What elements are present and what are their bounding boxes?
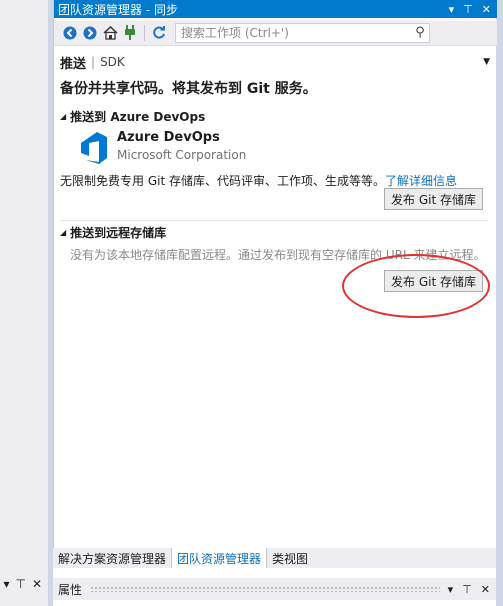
- back-arrow-icon: [63, 26, 77, 39]
- properties-close-icon[interactable]: ✕: [481, 583, 490, 596]
- search-work-items-input[interactable]: 搜索工作项 (Ctrl+') ⚲: [175, 22, 430, 43]
- title-divider: |: [91, 55, 96, 69]
- back-button[interactable]: [60, 23, 80, 43]
- page-subtitle: 备份并共享代码。将其发布到 Git 服务。: [60, 81, 317, 97]
- forward-button[interactable]: [80, 23, 100, 43]
- refresh-button[interactable]: [149, 23, 169, 43]
- azure-devops-logo-icon: [81, 132, 107, 164]
- properties-pin-icon[interactable]: ⊤: [462, 583, 472, 596]
- dropdown-icon[interactable]: ▾: [3, 577, 9, 591]
- left-panel-controls: ▾ ⊤ ✕: [0, 572, 48, 596]
- azure-devops-product-name: Azure DevOps: [117, 130, 220, 145]
- azure-devops-section-header[interactable]: ◢ 推送到 Azure DevOps: [60, 108, 205, 125]
- forward-arrow-icon: [83, 26, 97, 39]
- tab-class-view[interactable]: 类视图: [267, 548, 313, 568]
- panel-close-icon[interactable]: ✕: [482, 3, 491, 16]
- dock-splitter-right[interactable]: [496, 0, 503, 606]
- search-icon[interactable]: ⚲: [411, 25, 429, 40]
- close-icon[interactable]: ✕: [32, 577, 42, 591]
- plug-icon: [125, 25, 135, 40]
- left-dock-area: [0, 0, 48, 606]
- azure-devops-publisher: Microsoft Corporation: [117, 148, 247, 162]
- panel-pin-icon[interactable]: ⊤: [463, 3, 473, 16]
- drag-grip[interactable]: [90, 586, 440, 592]
- azure-description-text: 无限制免费专用 Git 存储库、代码评审、工作项、生成等等。: [60, 174, 385, 188]
- properties-title: 属性: [58, 582, 83, 597]
- learn-more-link[interactable]: 了解详细信息: [385, 174, 457, 188]
- pin-icon[interactable]: ⊤: [15, 577, 25, 591]
- collapse-triangle-icon[interactable]: ◢: [60, 228, 66, 237]
- home-icon: [102, 25, 118, 40]
- panel-titlebar[interactable]: 团队资源管理器 - 同步 ▾ ⊤ ✕: [54, 0, 497, 18]
- section-divider: [60, 220, 488, 221]
- tab-solution-explorer[interactable]: 解决方案资源管理器: [53, 548, 171, 568]
- connect-button[interactable]: [120, 23, 140, 43]
- remote-section-title: 推送到远程存储库: [70, 226, 167, 240]
- team-explorer-toolbar: 搜索工作项 (Ctrl+') ⚲: [54, 20, 497, 46]
- tab-team-explorer[interactable]: 团队资源管理器: [171, 548, 268, 568]
- properties-panel-titlebar[interactable]: 属性 ▾ ⊤ ✕: [53, 578, 496, 600]
- remote-repo-section-header[interactable]: ◢ 推送到远程存储库: [60, 224, 166, 241]
- properties-dropdown-icon[interactable]: ▾: [448, 583, 454, 596]
- publish-to-azure-devops-button[interactable]: 发布 Git 存储库: [384, 188, 483, 210]
- home-button[interactable]: [100, 23, 120, 43]
- panel-title: 团队资源管理器 - 同步: [58, 2, 178, 17]
- repository-context: SDK: [100, 55, 125, 69]
- panel-dropdown-icon[interactable]: ▾: [449, 3, 455, 16]
- refresh-icon: [153, 25, 165, 38]
- search-placeholder: 搜索工作项 (Ctrl+'): [181, 26, 289, 40]
- annotation-highlight-circle: [342, 254, 490, 318]
- bottom-tab-strip: 解决方案资源管理器 团队资源管理器 类视图: [53, 548, 496, 568]
- page-header: 推送 | SDK ▼: [60, 52, 490, 72]
- page-menu-dropdown-icon[interactable]: ▼: [483, 57, 490, 67]
- page-title: 推送: [60, 56, 87, 72]
- team-explorer-panel: 团队资源管理器 - 同步 ▾ ⊤ ✕ 搜索工作项 (Ctrl+') ⚲ 推送 |…: [53, 0, 497, 548]
- azure-section-title: 推送到 Azure DevOps: [70, 110, 206, 124]
- collapse-triangle-icon[interactable]: ◢: [60, 112, 66, 121]
- azure-devops-description: 无限制免费专用 Git 存储库、代码评审、工作项、生成等等。了解详细信息: [60, 172, 457, 189]
- toolbar-separator: [144, 24, 145, 41]
